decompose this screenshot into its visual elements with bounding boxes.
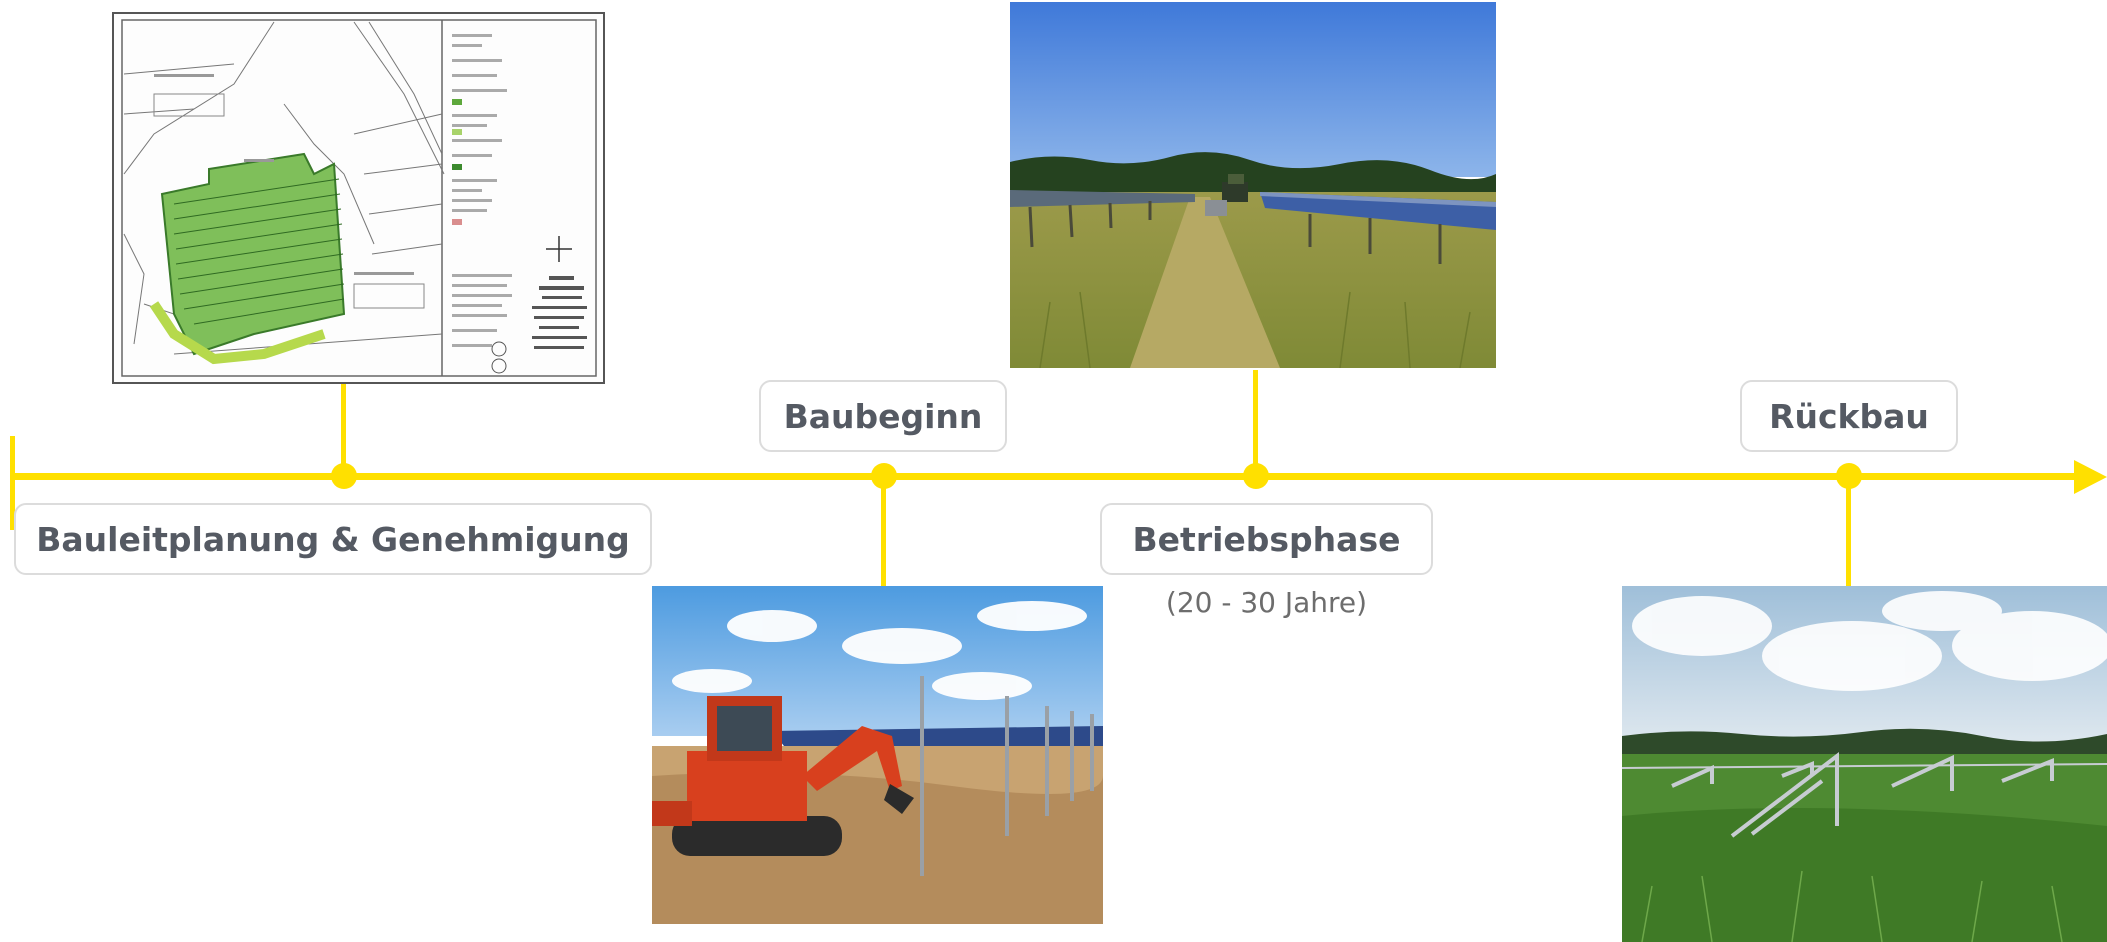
milestone-dot-operation — [1243, 463, 1269, 489]
phase-label-dismantling-text: Rückbau — [1769, 396, 1929, 436]
connector-planning — [341, 378, 346, 476]
timeline-arrow-head — [2074, 460, 2107, 494]
phase-label-dismantling: Rückbau — [1740, 380, 1958, 452]
phase-label-planning: Bauleitplanung & Genehmigung — [14, 503, 652, 575]
milestone-dot-construction — [871, 463, 897, 489]
phase-label-planning-text: Bauleitplanung & Genehmigung — [36, 519, 630, 559]
timeline-axis — [10, 473, 2080, 480]
phase-duration-operation: (20 - 30 Jahre) — [1165, 586, 1368, 619]
phase-label-construction: Baubeginn — [759, 380, 1007, 452]
connector-dismantling — [1846, 476, 1851, 586]
milestone-dot-planning — [331, 463, 357, 489]
phase-label-operation: Betriebsphase — [1100, 503, 1433, 575]
excavator-construction-photo — [652, 586, 1103, 924]
phase-label-construction-text: Baubeginn — [783, 396, 983, 436]
dismantled-racks-photo — [1622, 586, 2107, 942]
connector-construction — [881, 476, 886, 586]
site-plan-map — [112, 12, 605, 384]
phase-label-operation-text: Betriebsphase — [1132, 519, 1401, 559]
connector-operation — [1253, 370, 1258, 476]
mowing-between-panels-photo — [1010, 2, 1496, 368]
milestone-dot-dismantling — [1836, 463, 1862, 489]
